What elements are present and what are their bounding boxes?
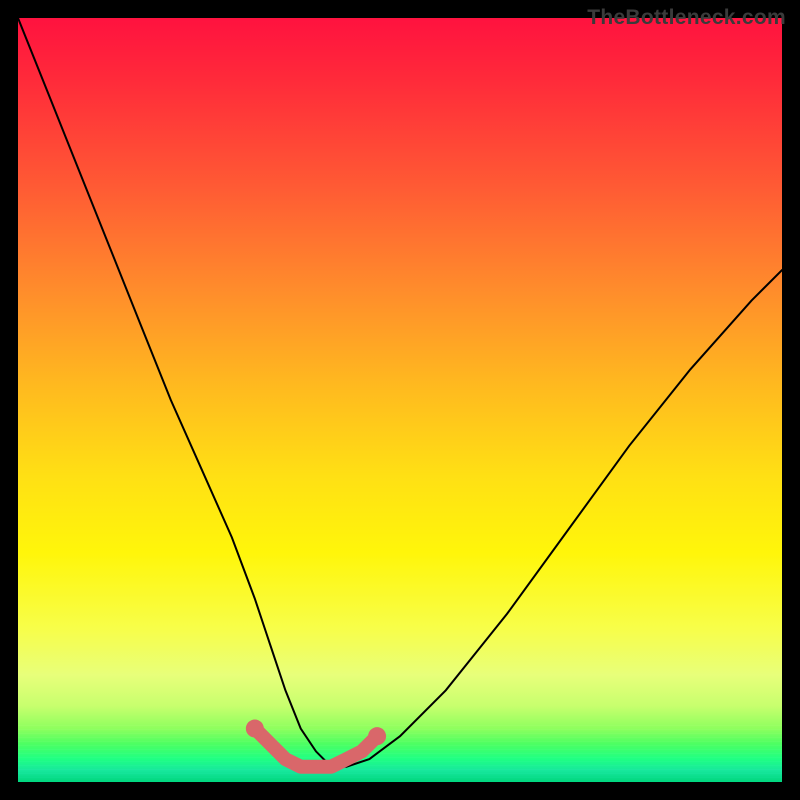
watermark-text: TheBottleneck.com (587, 6, 786, 30)
bottleneck-curve-line (18, 18, 782, 767)
highlight-dot-right (368, 727, 386, 745)
highlight-dot-left (246, 720, 264, 738)
curve-svg (18, 18, 782, 782)
chart-frame: TheBottleneck.com (0, 0, 800, 800)
highlight-valley-line (255, 729, 377, 767)
plot-area (18, 18, 782, 782)
